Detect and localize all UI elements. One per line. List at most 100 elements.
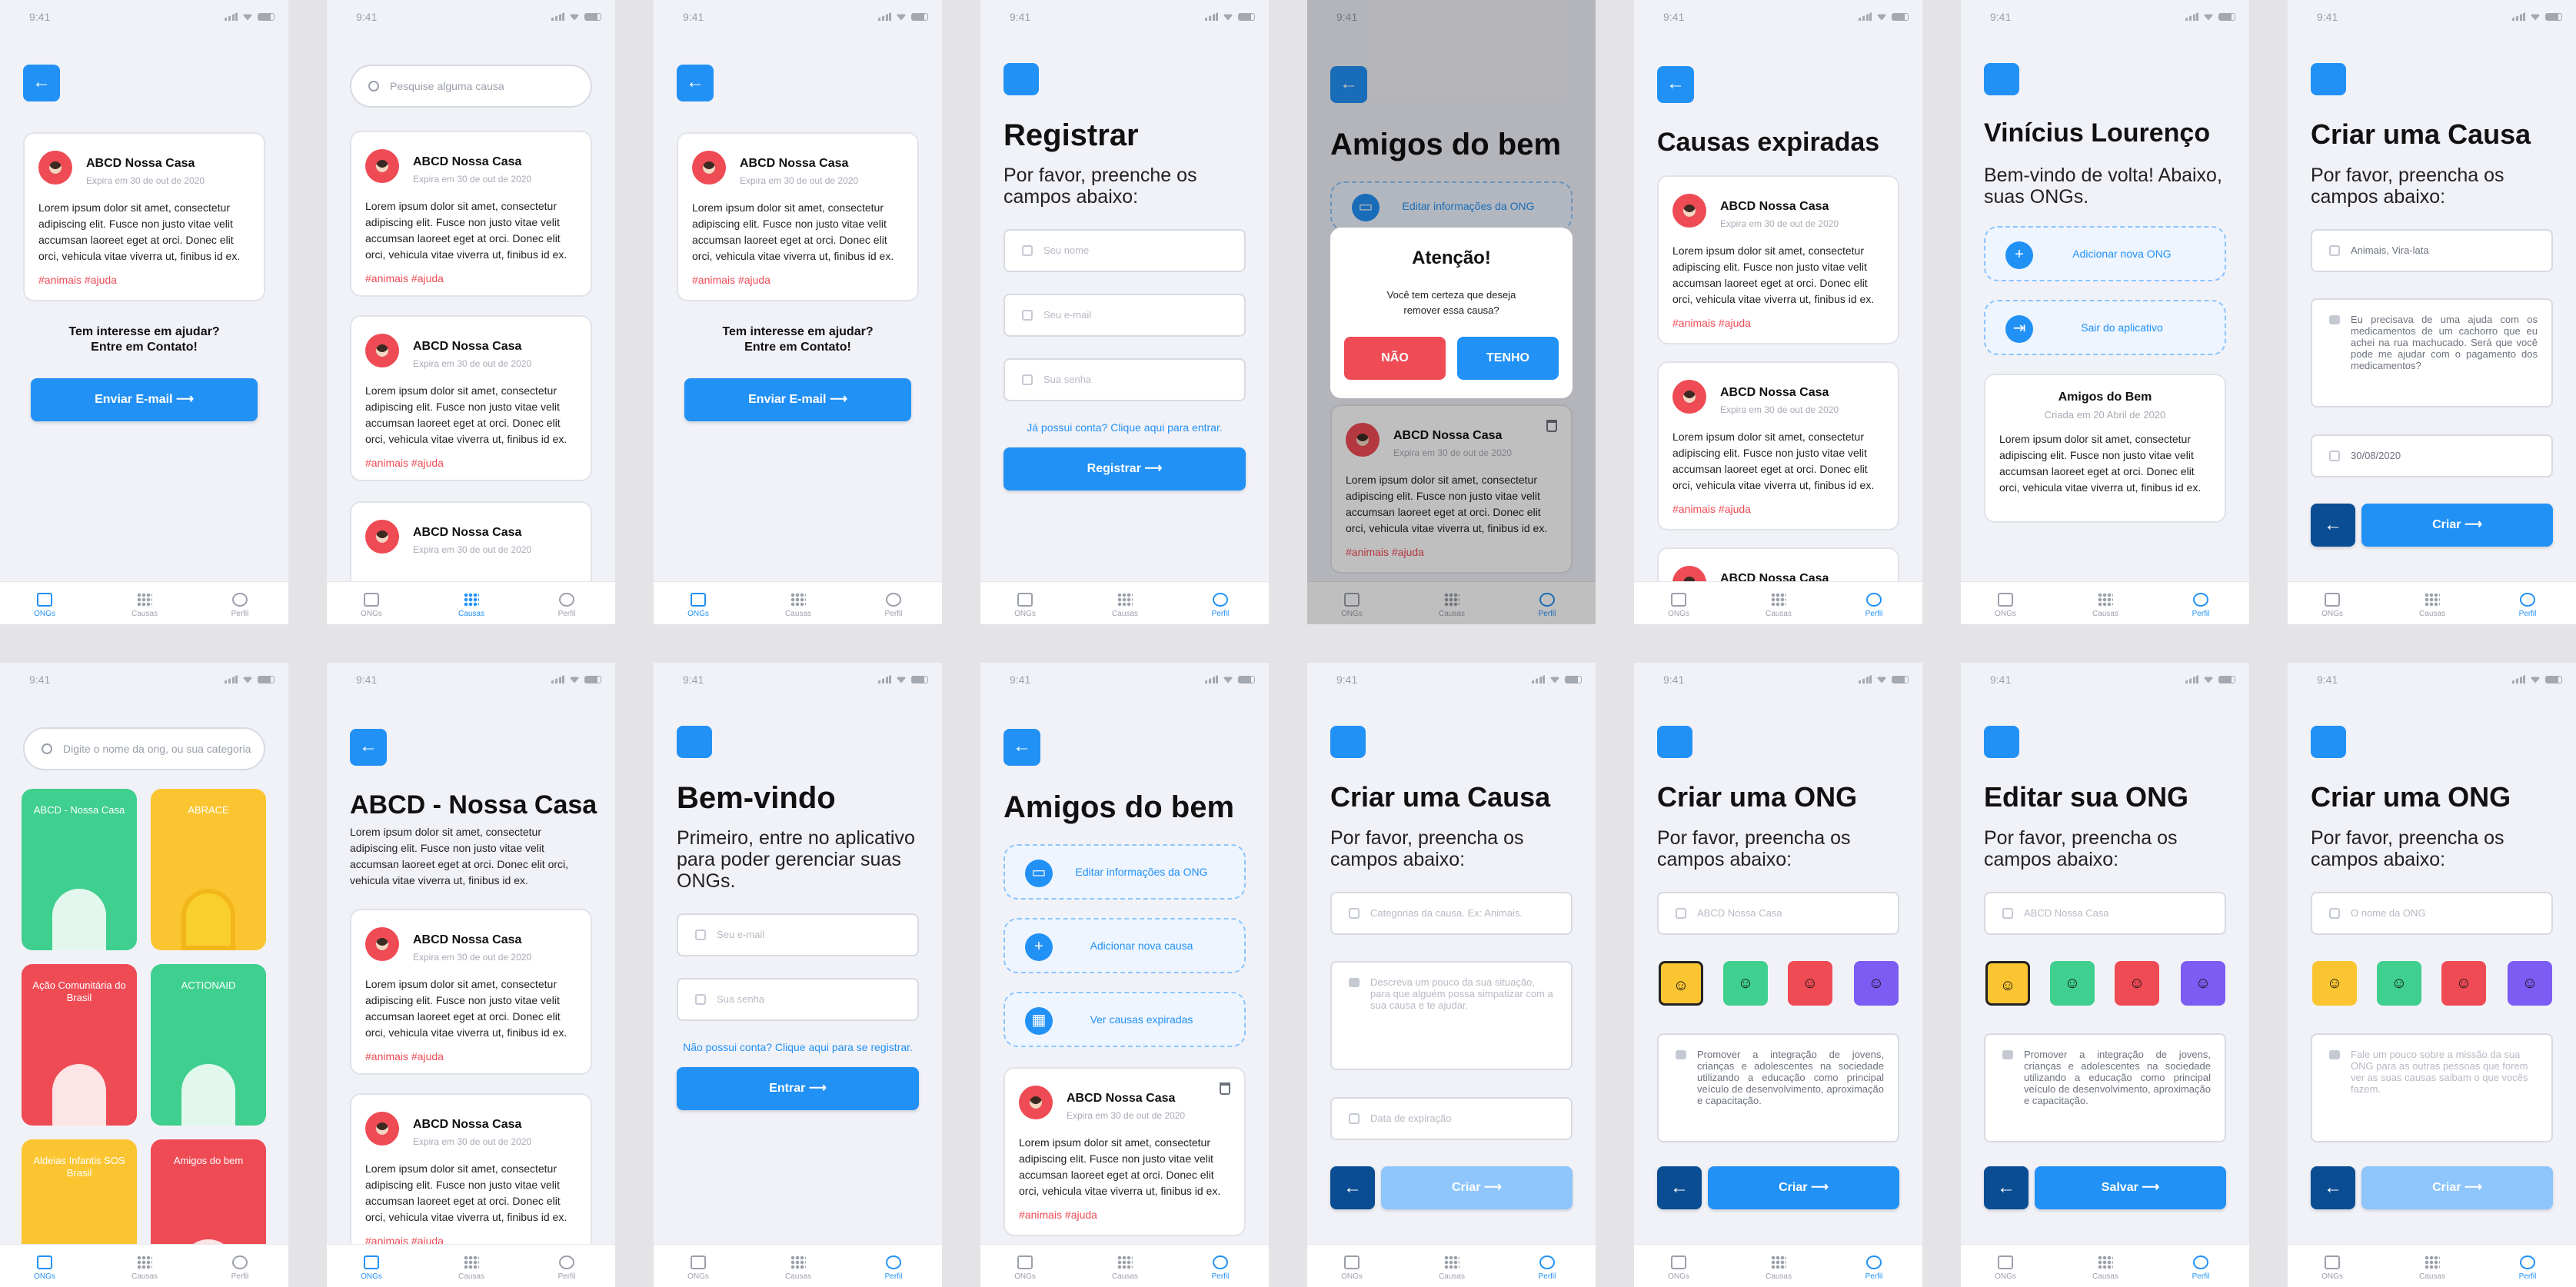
tab-perfil[interactable]: Perfil (217, 593, 263, 618)
tab-ongs[interactable]: ONGs (2309, 1255, 2355, 1281)
tab-perfil[interactable]: Perfil (1851, 593, 1897, 618)
mission-field[interactable]: Promover a integração de jovens, criança… (1657, 1033, 1899, 1142)
cause-card[interactable]: ABCD Nossa Casa Expira em 30 de out de 2… (23, 132, 265, 301)
cause-search-input[interactable]: Pesquise alguma causa (350, 65, 592, 108)
ong-name-field[interactable]: ABCD Nossa Casa (1984, 892, 2226, 935)
tab-perfil[interactable]: Perfil (1197, 593, 1243, 618)
mascot-purple-option[interactable]: ☺ (2181, 961, 2225, 1006)
cause-card[interactable]: ABCD Nossa Casa Expira em 30 de out de 2… (677, 132, 919, 301)
tab-causas[interactable]: Causas (448, 593, 494, 618)
ong-tile[interactable]: ABRACE (151, 789, 266, 950)
tab-causas[interactable]: Causas (1429, 1255, 1475, 1281)
add-cause-action[interactable]: + Adicionar nova causa (1003, 918, 1246, 973)
tab-causas[interactable]: Causas (2409, 1255, 2455, 1281)
tab-ongs[interactable]: ONGs (1656, 1255, 1702, 1281)
ong-name-field[interactable]: O nome da ONG (2311, 892, 2553, 935)
expiry-date-field[interactable]: Data de expiração (1330, 1097, 1573, 1140)
tab-perfil[interactable]: Perfil (2178, 593, 2224, 618)
expired-causes-action[interactable]: ▦ Ver causas expiradas (1003, 992, 1246, 1047)
mascot-yellow-option[interactable]: ☺ (2312, 961, 2357, 1006)
tab-ongs[interactable]: ONGs (1982, 1255, 2029, 1281)
tab-ongs[interactable]: ONGs (675, 1255, 721, 1281)
back-button[interactable]: ← (677, 65, 714, 101)
tab-perfil[interactable]: Perfil (544, 593, 590, 618)
email-field[interactable]: Seu e-mail (677, 913, 919, 956)
register-button[interactable]: Registrar ⟶ (1003, 447, 1246, 491)
mission-field[interactable]: Fale um pouco sobre a missão da sua ONG … (2311, 1033, 2553, 1142)
create-button[interactable]: Criar ⟶ (2361, 1166, 2553, 1209)
send-email-button[interactable]: Enviar E-mail ⟶ (684, 378, 911, 421)
mascot-red-option[interactable]: ☺ (2115, 961, 2159, 1006)
tab-causas[interactable]: Causas (2082, 593, 2128, 618)
mission-field[interactable]: Promover a integração de jovens, criança… (1984, 1033, 2226, 1142)
tab-ongs[interactable]: ONGs (1002, 1255, 1048, 1281)
mascot-yellow-option[interactable]: ☺ (1985, 961, 2030, 1006)
tags-field[interactable]: Categorias da causa. Ex: Animais. (1330, 892, 1573, 935)
mascot-purple-option[interactable]: ☺ (1854, 961, 1899, 1006)
tab-perfil[interactable]: Perfil (2178, 1255, 2224, 1281)
back-button[interactable]: ← (1657, 66, 1694, 103)
create-button[interactable]: Criar ⟶ (1708, 1166, 1899, 1209)
ong-card[interactable]: Amigos do Bem Criada em 20 Abril de 2020… (1984, 374, 2226, 523)
tab-causas[interactable]: Causas (121, 593, 168, 618)
edit-ong-action[interactable]: ▭ Editar informações da ONG (1003, 844, 1246, 900)
tab-ongs[interactable]: ONGs (2309, 593, 2355, 618)
cause-card[interactable]: ABCD Nossa Casa Expira em 30 de out de 2… (350, 1093, 592, 1259)
tab-perfil[interactable]: Perfil (1524, 1255, 1570, 1281)
expiry-date-field[interactable]: 30/08/2020 (2311, 434, 2553, 477)
back-button[interactable]: ← (2311, 504, 2355, 547)
tab-causas[interactable]: Causas (775, 593, 821, 618)
tab-perfil[interactable]: Perfil (870, 593, 917, 618)
tab-causas[interactable]: Causas (1102, 1255, 1148, 1281)
tab-causas[interactable]: Causas (775, 1255, 821, 1281)
description-field[interactable]: Eu precisava de uma ajuda com os medicam… (2311, 298, 2553, 407)
tab-ongs[interactable]: ONGs (1982, 593, 2029, 618)
back-button[interactable]: ← (1984, 1166, 2029, 1209)
back-button[interactable]: ← (1003, 729, 1040, 766)
tab-causas[interactable]: Causas (1756, 1255, 1802, 1281)
password-field[interactable]: Sua senha (1003, 358, 1246, 401)
tab-ongs[interactable]: ONGs (1329, 1255, 1375, 1281)
mascot-yellow-option[interactable]: ☺ (1659, 961, 1703, 1006)
tab-perfil[interactable]: Perfil (2504, 1255, 2551, 1281)
mascot-purple-option[interactable]: ☺ (2508, 961, 2552, 1006)
tab-perfil[interactable]: Perfil (544, 1255, 590, 1281)
ong-tile[interactable]: ACTIONAID (151, 964, 266, 1126)
mascot-red-option[interactable]: ☺ (2441, 961, 2486, 1006)
tab-causas[interactable]: Causas (1102, 593, 1148, 618)
tab-ongs[interactable]: ONGs (348, 1255, 394, 1281)
send-email-button[interactable]: Enviar E-mail ⟶ (31, 378, 258, 421)
tab-causas[interactable]: Causas (1756, 593, 1802, 618)
back-button[interactable]: ← (23, 65, 60, 101)
password-field[interactable]: Sua senha (677, 978, 919, 1021)
ong-tile[interactable]: Ação Comunitária do Brasil (22, 964, 137, 1126)
login-link[interactable]: Já possui conta? Clique aqui para entrar… (980, 421, 1269, 434)
tab-perfil[interactable]: Perfil (1197, 1255, 1243, 1281)
tab-ongs[interactable]: ONGs (348, 593, 394, 618)
tab-perfil[interactable]: Perfil (217, 1255, 263, 1281)
trash-icon[interactable] (1220, 1082, 1230, 1095)
cause-card[interactable]: ABCD Nossa Casa Expira em 30 de out de 2… (1657, 361, 1899, 530)
email-field[interactable]: Seu e-mail (1003, 294, 1246, 337)
dialog-yes-button[interactable]: TENHO (1457, 337, 1559, 380)
save-button[interactable]: Salvar ⟶ (2035, 1166, 2226, 1209)
cause-card[interactable]: ABCD Nossa Casa Expira em 30 de out de 2… (350, 131, 592, 297)
tab-ongs[interactable]: ONGs (22, 593, 68, 618)
mascot-green-option[interactable]: ☺ (2050, 961, 2095, 1006)
cause-card[interactable]: ABCD Nossa Casa Expira em 30 de out de 2… (350, 909, 592, 1075)
logout-action[interactable]: ⇥ Sair do aplicativo (1984, 300, 2226, 355)
back-button[interactable]: ← (2311, 1166, 2355, 1209)
tab-causas[interactable]: Causas (448, 1255, 494, 1281)
create-button[interactable]: Criar ⟶ (1381, 1166, 1573, 1209)
tags-field[interactable]: Animais, Vira-lata (2311, 229, 2553, 272)
cause-card[interactable]: ABCD Nossa Casa Expira em 30 de out de 2… (350, 315, 592, 481)
add-ong-action[interactable]: + Adicionar nova ONG (1984, 226, 2226, 281)
ong-tile[interactable]: ABCD - Nossa Casa (22, 789, 137, 950)
tab-causas[interactable]: Causas (2409, 593, 2455, 618)
tab-ongs[interactable]: ONGs (22, 1255, 68, 1281)
mascot-green-option[interactable]: ☺ (2377, 961, 2421, 1006)
mascot-red-option[interactable]: ☺ (1788, 961, 1832, 1006)
ong-name-field[interactable]: ABCD Nossa Casa (1657, 892, 1899, 935)
name-field[interactable]: Seu nome (1003, 229, 1246, 272)
tab-perfil[interactable]: Perfil (870, 1255, 917, 1281)
